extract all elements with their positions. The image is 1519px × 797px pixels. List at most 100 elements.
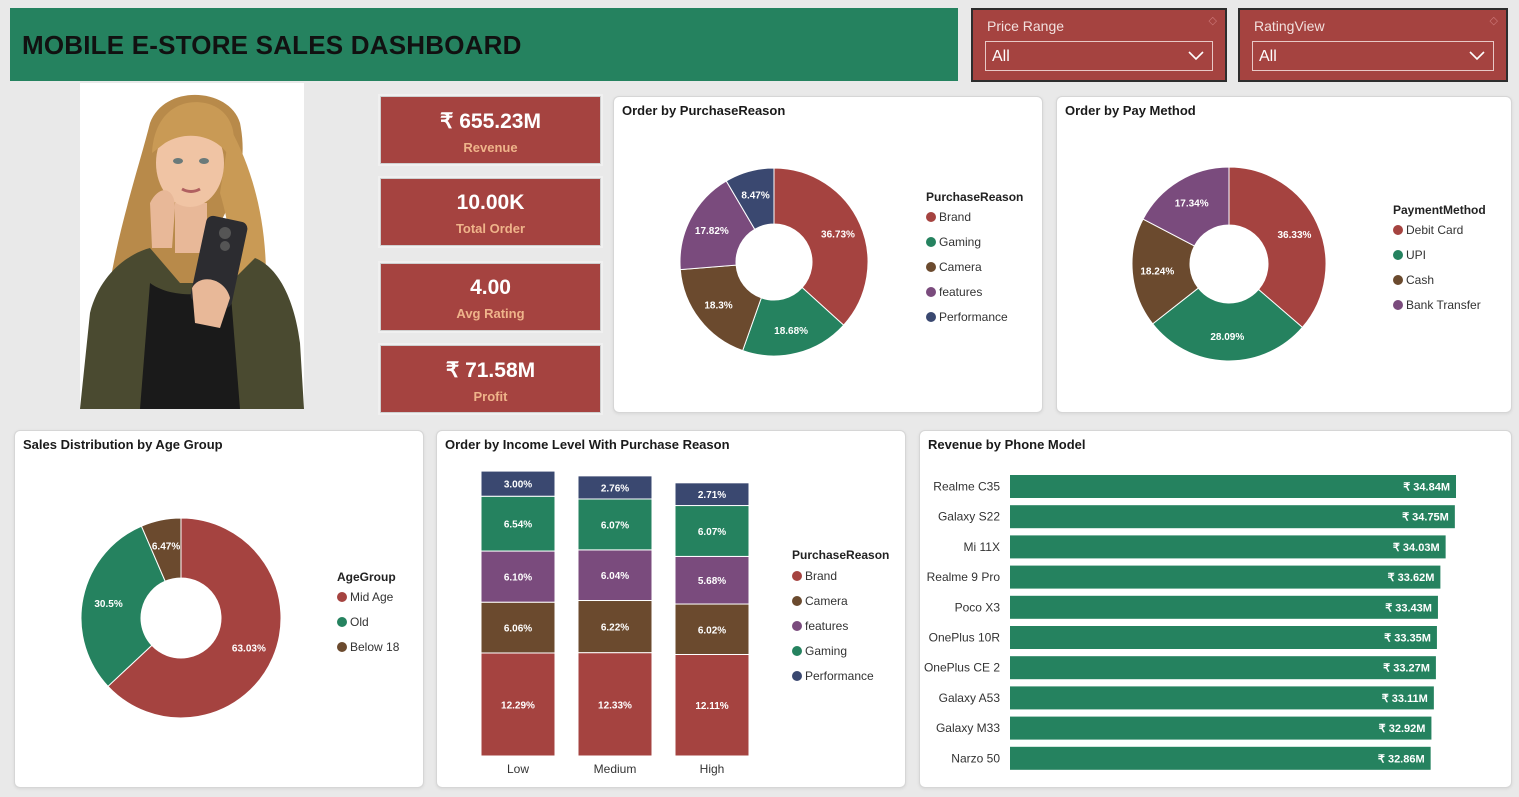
age-group-donut-chart[interactable]: 63.03% 30.5% 6.47% AgeGroup Mid Age Old Below … bbox=[15, 431, 425, 789]
data-label: 12.11% bbox=[695, 701, 728, 712]
rating-view-slicer[interactable]: RatingView ◇ All bbox=[1238, 8, 1508, 82]
data-label: 36.33% bbox=[1278, 230, 1312, 241]
kpi-total-order: 10.00K Total Order bbox=[380, 178, 601, 246]
legend-marker bbox=[1393, 225, 1403, 235]
data-label: 6.06% bbox=[504, 624, 532, 635]
legend-item[interactable]: features bbox=[805, 619, 848, 633]
data-label: 2.76% bbox=[601, 483, 629, 494]
legend-item[interactable]: Bank Transfer bbox=[1406, 298, 1481, 312]
model-photo bbox=[80, 83, 304, 409]
bar[interactable] bbox=[1010, 565, 1441, 589]
data-label: ₹ 32.86M bbox=[1378, 753, 1425, 765]
legend-marker bbox=[926, 287, 936, 297]
legend-marker bbox=[792, 571, 802, 581]
legend-marker bbox=[792, 621, 802, 631]
legend-marker bbox=[337, 592, 347, 602]
legend-item[interactable]: Mid Age bbox=[350, 590, 394, 604]
kpi-value: 4.00 bbox=[470, 276, 511, 299]
kpi-avg-rating: 4.00 Avg Rating bbox=[380, 263, 601, 331]
price-range-label: Price Range bbox=[987, 18, 1065, 34]
pay-method-donut-chart[interactable]: 36.33% 28.09% 18.24% 17.34% PaymentMethod Deb… bbox=[1057, 97, 1513, 414]
purchase-reason-card[interactable]: Order by PurchaseReason 36.73% 18.68% 18.3… bbox=[613, 96, 1043, 413]
legend-marker bbox=[926, 212, 936, 222]
legend-item[interactable]: Camera bbox=[805, 594, 848, 608]
legend-item[interactable]: Below 18 bbox=[350, 640, 400, 654]
purchase-reason-donut-chart[interactable]: 36.73% 18.68% 18.3% 17.82% 8.47% PurchaseReas… bbox=[614, 97, 1044, 414]
legend-item[interactable]: Gaming bbox=[805, 644, 847, 658]
data-label: ₹ 33.27M bbox=[1383, 663, 1430, 675]
x-tick-label: Medium bbox=[594, 762, 637, 776]
bar[interactable] bbox=[1010, 686, 1434, 710]
legend-marker bbox=[1393, 275, 1403, 285]
legend-item[interactable]: Camera bbox=[939, 260, 982, 274]
phone-model-card[interactable]: Revenue by Phone Model Realme C35 ₹ 34.84… bbox=[919, 430, 1512, 788]
data-label: 18.24% bbox=[1140, 267, 1174, 278]
legend-item[interactable]: Old bbox=[350, 615, 369, 629]
kpi-value: ₹ 71.58M bbox=[445, 359, 536, 382]
data-label: ₹ 33.43M bbox=[1385, 602, 1432, 614]
income-level-card[interactable]: Order by Income Level With Purchase Reas… bbox=[436, 430, 906, 788]
legend-item[interactable]: UPI bbox=[1406, 248, 1426, 262]
phone-model-bar-chart[interactable]: Realme C35 ₹ 34.84M Galaxy S22 ₹ 34.75M Mi 1… bbox=[920, 431, 1513, 789]
chevron-down-icon bbox=[1188, 51, 1204, 61]
legend-item[interactable]: Brand bbox=[805, 569, 837, 583]
data-label: 6.47% bbox=[152, 542, 180, 553]
y-tick-label: Realme 9 Pro bbox=[927, 570, 1001, 584]
y-tick-label: Narzo 50 bbox=[951, 751, 1000, 765]
bar[interactable] bbox=[1010, 595, 1438, 619]
rating-view-value: All bbox=[1259, 48, 1277, 65]
data-label: 6.07% bbox=[601, 520, 629, 531]
legend-item[interactable]: Brand bbox=[939, 210, 971, 224]
page-title: MOBILE E-STORE SALES DASHBOARD bbox=[22, 30, 522, 60]
legend-marker bbox=[792, 596, 802, 606]
kpi-label: Avg Rating bbox=[456, 306, 525, 321]
data-label: 2.71% bbox=[698, 490, 726, 501]
y-tick-label: Mi 11X bbox=[964, 540, 1000, 554]
bar[interactable] bbox=[1010, 626, 1437, 649]
legend-title: PurchaseReason bbox=[792, 548, 889, 562]
pay-method-card[interactable]: Order by Pay Method 36.33% 28.09% 18.24% 17… bbox=[1056, 96, 1512, 413]
data-label: 8.47% bbox=[741, 190, 769, 201]
legend-marker bbox=[337, 642, 347, 652]
bar[interactable] bbox=[1010, 505, 1455, 529]
bar[interactable] bbox=[1010, 746, 1431, 770]
clear-filter-icon[interactable]: ◇ bbox=[1490, 14, 1498, 27]
age-group-card[interactable]: Sales Distribution by Age Group 63.03% 30… bbox=[14, 430, 424, 788]
rating-view-label: RatingView bbox=[1254, 18, 1325, 34]
data-label: ₹ 33.35M bbox=[1384, 633, 1431, 645]
y-tick-label: OnePlus 10R bbox=[929, 631, 1001, 645]
data-label: ₹ 33.62M bbox=[1388, 572, 1435, 584]
price-range-dropdown[interactable]: All bbox=[985, 41, 1213, 71]
legend-item[interactable]: Performance bbox=[805, 669, 874, 683]
data-label: 6.10% bbox=[504, 573, 532, 584]
legend-title: PurchaseReason bbox=[926, 190, 1023, 204]
kpi-value: ₹ 655.23M bbox=[440, 110, 541, 133]
data-label: 18.3% bbox=[704, 301, 732, 312]
data-label: 3.00% bbox=[504, 480, 532, 491]
legend-item[interactable]: Debit Card bbox=[1406, 223, 1463, 237]
bar[interactable] bbox=[1010, 535, 1446, 559]
data-label: 6.54% bbox=[504, 520, 532, 531]
price-range-slicer[interactable]: Price Range ◇ All bbox=[971, 8, 1227, 82]
legend-item[interactable]: features bbox=[939, 285, 982, 299]
income-stacked-bar-chart[interactable]: 12.29% 6.06% 6.10% 6.54% 3.00% Low 12.33% 6.22%… bbox=[437, 431, 907, 789]
data-label: 18.68% bbox=[774, 326, 808, 337]
woman-with-phone-image bbox=[80, 83, 304, 409]
legend-item[interactable]: Cash bbox=[1406, 273, 1434, 287]
data-label: ₹ 34.75M bbox=[1402, 512, 1449, 524]
kpi-value: 10.00K bbox=[456, 191, 525, 214]
bar[interactable] bbox=[1010, 475, 1456, 498]
bar[interactable] bbox=[1010, 656, 1436, 680]
y-tick-label: Galaxy S22 bbox=[938, 510, 1000, 524]
data-label: ₹ 34.03M bbox=[1393, 542, 1440, 554]
clear-filter-icon[interactable]: ◇ bbox=[1209, 14, 1217, 27]
legend-item[interactable]: Performance bbox=[939, 310, 1008, 324]
legend-item[interactable]: Gaming bbox=[939, 235, 981, 249]
rating-view-dropdown[interactable]: All bbox=[1252, 41, 1494, 71]
bar[interactable] bbox=[1010, 716, 1432, 740]
data-label: ₹ 33.11M bbox=[1382, 693, 1428, 705]
data-label: ₹ 34.84M bbox=[1403, 482, 1450, 494]
kpi-label: Total Order bbox=[455, 221, 526, 236]
data-label: 12.29% bbox=[501, 700, 535, 711]
y-tick-label: Realme C35 bbox=[933, 480, 1000, 494]
